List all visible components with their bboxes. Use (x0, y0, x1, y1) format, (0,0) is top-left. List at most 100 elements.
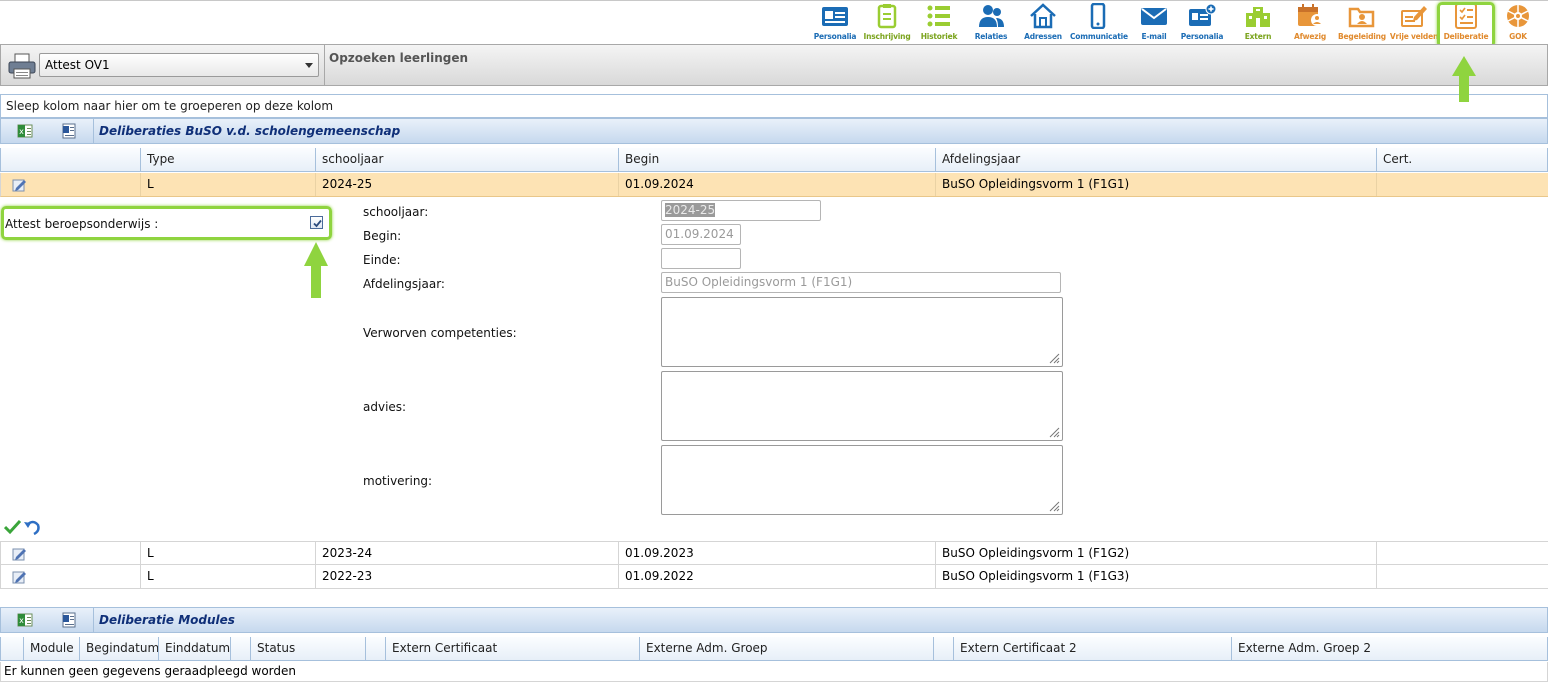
column-header-extern-certificaat[interactable]: Extern Certificaat (385, 637, 639, 660)
word-export-icon[interactable] (61, 123, 77, 139)
column-header-externe-adm-groep[interactable]: Externe Adm. Groep (639, 637, 933, 660)
cell-afdelingsjaar: BuSO Opleidingsvorm 1 (F1G1) (935, 173, 1376, 196)
toolbar-label: Historiek (920, 32, 958, 41)
competenties-textarea[interactable] (661, 297, 1063, 367)
search-header: Attest OV1 Opzoeken leerlingen (0, 44, 1548, 86)
afdelingsjaar-label: Afdelingsjaar: (363, 277, 445, 291)
einde-input[interactable] (661, 248, 741, 269)
cell-begin: 01.09.2023 (618, 542, 935, 565)
advies-textarea[interactable] (661, 371, 1063, 441)
advies-label: advies: (363, 400, 407, 414)
toolbar-label: Vrije velden (1389, 32, 1439, 41)
column-header-schooljaar[interactable]: schooljaar (315, 148, 618, 171)
excel-export-icon[interactable]: x (17, 612, 33, 628)
cell-afdelingsjaar: BuSO Opleidingsvorm 1 (F1G3) (935, 565, 1376, 588)
toolbar-relaties-button[interactable]: Relaties (963, 3, 1019, 43)
column-header-extern-certificaat-2[interactable]: Extern Certificaat 2 (953, 637, 1231, 660)
calendar-person-icon (1298, 4, 1323, 26)
column-header-empty-2[interactable] (365, 637, 385, 660)
cell-type: L (140, 542, 315, 565)
cell-cert (1376, 173, 1548, 196)
house-icon (1030, 3, 1056, 29)
toolbar-label: Personalia (813, 32, 857, 41)
toolbar-label: Relaties (974, 32, 1008, 41)
grid1-title: Deliberaties BuSO v.d. scholengemeenscha… (99, 124, 401, 138)
printer-icon[interactable] (7, 51, 37, 81)
column-header-begindatum[interactable]: Begindatum (79, 637, 159, 660)
report-select-value: Attest OV1 (45, 58, 110, 72)
cell-cert (1376, 565, 1548, 588)
word-export-icon[interactable] (61, 612, 77, 628)
toolbar-vrije-velden-button[interactable]: Vrije velden (1386, 3, 1442, 43)
toolbar-label: Extern (1244, 32, 1272, 41)
toolbar-extern-button[interactable]: Extern (1230, 3, 1286, 43)
toolbar-label: Communicatie (1070, 32, 1128, 41)
column-header-afdelingsjaar[interactable]: Afdelingsjaar (935, 148, 1376, 171)
toolbar-label: Inschrijving (863, 32, 911, 41)
pencil-form-icon (1401, 6, 1427, 27)
folder-person-icon (1348, 7, 1375, 28)
toolbar-gok-button[interactable]: GOK (1490, 3, 1546, 43)
undo-icon[interactable] (23, 519, 40, 535)
edit-row-icon[interactable] (11, 177, 27, 193)
excel-export-icon[interactable]: x (17, 123, 33, 139)
afdelingsjaar-input[interactable]: BuSO Opleidingsvorm 1 (F1G1) (661, 272, 1061, 293)
table-row[interactable]: L 2022-23 01.09.2022 BuSO Opleidingsvorm… (0, 565, 1548, 589)
checkmark-icon (313, 219, 322, 228)
attest-checkbox[interactable] (310, 216, 323, 229)
begin-input[interactable]: 01.09.2024 (661, 224, 741, 245)
toolbar-inschrijving-button[interactable]: Inschrijving (859, 3, 915, 43)
save-check-icon[interactable] (4, 519, 21, 535)
column-header-status[interactable]: Status (250, 637, 365, 660)
attest-label: Attest beroepsonderwijs : (5, 217, 159, 231)
grid1-column-header: Type schooljaar Begin Afdelingsjaar Cert… (0, 148, 1548, 172)
cell-schooljaar: 2022-23 (315, 565, 618, 588)
grid2-title-bar: x Deliberatie Modules (0, 607, 1548, 633)
report-select[interactable]: Attest OV1 (39, 53, 319, 77)
begin-label: Begin: (363, 229, 402, 243)
column-header-module[interactable]: Module (23, 637, 79, 660)
resize-grip-icon[interactable] (1048, 500, 1060, 512)
toolbar-communicatie-button[interactable]: Communicatie (1070, 3, 1128, 43)
column-header-einddatum[interactable]: Einddatum (158, 637, 230, 660)
column-header-empty-1[interactable] (230, 637, 250, 660)
toolbar-afwezig-button[interactable]: Afwezig (1282, 3, 1338, 43)
column-header-cert[interactable]: Cert. (1376, 148, 1548, 171)
column-header-begin[interactable]: Begin (618, 148, 935, 171)
empty-grid-message: Er kunnen geen gegevens geraadpleegd wor… (0, 662, 1548, 682)
toolbar-historiek-button[interactable]: Historiek (911, 3, 967, 43)
motivering-label: motivering: (363, 474, 433, 488)
cell-type: L (140, 565, 315, 588)
grid2-column-header: Module Begindatum Einddatum Status Exter… (0, 637, 1548, 661)
title-separator (93, 119, 94, 143)
schooljaar-input[interactable]: 2024-25 (661, 200, 821, 221)
building-icon (1246, 7, 1270, 27)
schooljaar-value: 2024-25 (665, 203, 716, 217)
phone-icon (1090, 3, 1106, 29)
schooljaar-label: schooljaar: (363, 205, 429, 219)
cell-begin: 01.09.2022 (618, 565, 935, 588)
module-toolbar: Personalia Inschrijving Historiek Relati… (0, 0, 1548, 48)
resize-grip-icon[interactable] (1048, 352, 1060, 364)
toolbar-personalia-button[interactable]: Personalia (807, 3, 863, 43)
grid2-title: Deliberatie Modules (99, 613, 235, 627)
edit-row-icon[interactable] (11, 569, 27, 585)
table-row[interactable]: L 2023-24 01.09.2023 BuSO Opleidingsvorm… (0, 541, 1548, 565)
table-row[interactable]: L 2024-25 01.09.2024 BuSO Opleidingsvorm… (0, 173, 1548, 197)
resize-grip-icon[interactable] (1048, 426, 1060, 438)
toolbar-begeleiding-button[interactable]: Begeleiding (1334, 3, 1390, 43)
toolbar-personalia-plus-button[interactable]: Personalia (1174, 3, 1230, 43)
column-header-externe-adm-groep-2[interactable]: Externe Adm. Groep 2 (1231, 637, 1548, 660)
column-header-empty-3[interactable] (933, 637, 953, 660)
edit-row-icon[interactable] (11, 546, 27, 562)
cell-schooljaar: 2023-24 (315, 542, 618, 565)
toolbar-adressen-button[interactable]: Adressen (1015, 3, 1071, 43)
column-header-type[interactable]: Type (140, 148, 315, 171)
page-title: Opzoeken leerlingen (329, 51, 469, 65)
competenties-label: Verworven competenties: (363, 326, 517, 340)
motivering-textarea[interactable] (661, 445, 1063, 515)
group-drop-area[interactable]: Sleep kolom naar hier om te groeperen op… (0, 94, 1548, 118)
toolbar-label: Personalia (1180, 32, 1224, 41)
deliberatie-highlight (1437, 2, 1495, 48)
list-icon (927, 5, 950, 27)
